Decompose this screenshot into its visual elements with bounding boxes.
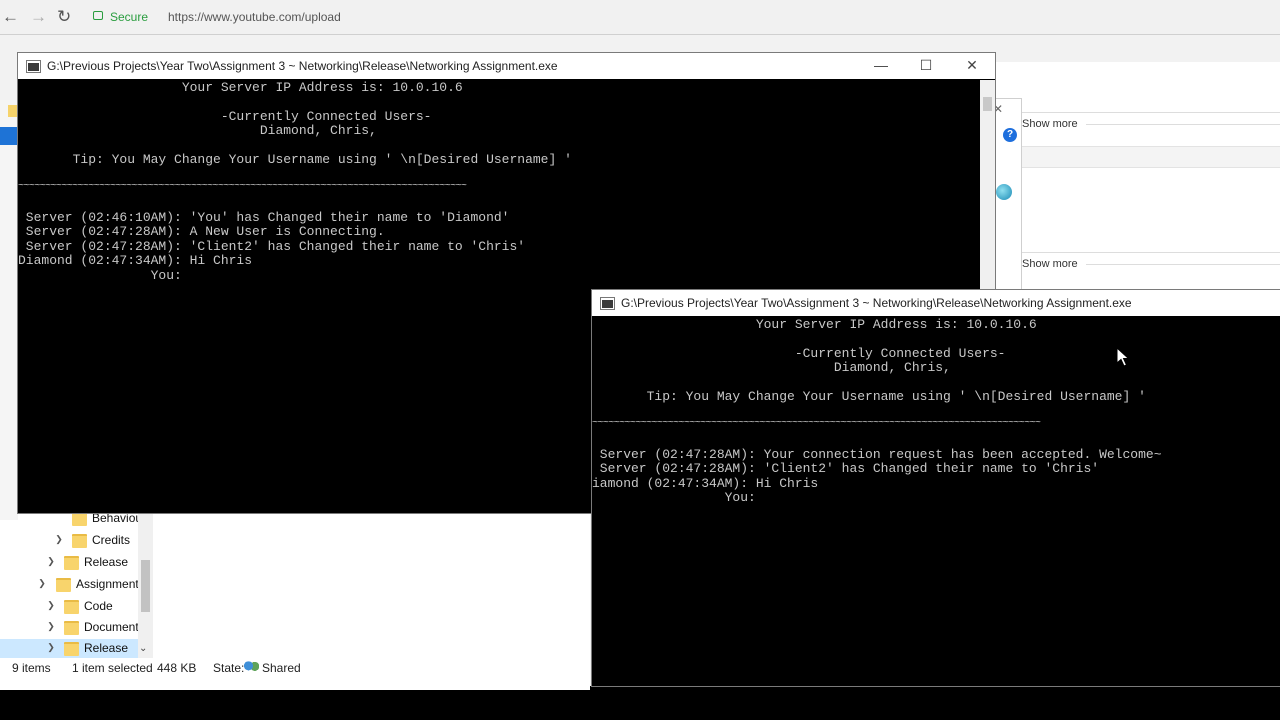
console-line: -Currently Connected Users- [592, 346, 1006, 361]
console-line: Server (02:47:28AM): A New User is Conne… [18, 224, 385, 239]
folder-icon [64, 621, 79, 635]
console-line: Diamond, Chris, [592, 360, 951, 375]
back-arrow-icon[interactable]: ← [2, 7, 19, 27]
scrollbar-thumb[interactable] [983, 97, 992, 111]
console-line: Tip: You May Change Your Username using … [18, 152, 572, 167]
tree-item-label: Code [84, 599, 113, 613]
console-line: Your Server IP Address is: 10.0.10.6 [18, 80, 463, 95]
folder-icon [64, 600, 79, 614]
console-line: Tip: You May Change Your Username using … [592, 389, 1146, 404]
tree-item[interactable]: ❯ Document [46, 618, 139, 638]
console-line: iamond (02:47:34AM): Hi Chris [592, 476, 819, 491]
title-bar[interactable]: G:\Previous Projects\Year Two\Assignment… [592, 290, 1280, 316]
tree-item-selected[interactable]: ❯ Release [0, 639, 139, 659]
folder-icon [72, 534, 87, 548]
console-prompt: You: [592, 490, 756, 505]
explorer-statusbar: 9 items 1 item selected 448 KB State: Sh… [0, 658, 590, 680]
tree-item[interactable]: ❯ Release [46, 553, 139, 573]
tree-item-label: Release [84, 555, 129, 569]
divider [1000, 252, 1280, 253]
tree-item-label: Release [84, 641, 129, 655]
shared-users-icon [244, 661, 259, 673]
selection-count: 1 item selected [72, 661, 153, 675]
tree-item-label: Credits [92, 533, 131, 547]
minimize-button[interactable]: — [871, 57, 891, 73]
reload-icon[interactable]: ↻ [57, 7, 71, 27]
chevron-down-icon[interactable]: ⌄ [139, 643, 147, 654]
address-bar[interactable]: https://www.youtube.com/upload [168, 10, 341, 24]
console-line: Server (02:47:28AM): 'Client2' has Chang… [18, 239, 526, 254]
console-separator: ~~~~~~~~~~~~~~~~~~~~~~~~~~~~~~~~~~~~~~~~… [18, 181, 467, 192]
close-button[interactable]: ✕ [962, 57, 982, 74]
title-bar[interactable]: G:\Previous Projects\Year Two\Assignment… [18, 53, 995, 79]
console-line: Your Server IP Address is: 10.0.10.6 [592, 317, 1037, 332]
maximize-button[interactable]: ☐ [916, 57, 936, 74]
console-window[interactable]: G:\Previous Projects\Year Two\Assignment… [591, 289, 1280, 687]
help-icon[interactable]: ? [1003, 128, 1017, 142]
console-line: Diamond (02:47:34AM): Hi Chris [18, 253, 253, 268]
console-separator: ~~~~~~~~~~~~~~~~~~~~~~~~~~~~~~~~~~~~~~~~… [592, 418, 1041, 429]
forward-arrow-icon[interactable]: → [30, 7, 47, 27]
console-line: Server (02:47:28AM): Your connection req… [592, 447, 1162, 462]
tree-item[interactable]: ❯ Assignment [37, 575, 139, 595]
chevron-right-icon[interactable]: ❯ [46, 600, 56, 611]
console-app-icon [600, 297, 615, 310]
console-app-icon [26, 60, 41, 73]
secure-label: Secure [110, 10, 149, 24]
panel-band [1000, 146, 1280, 168]
mouse-cursor-icon [1116, 347, 1130, 367]
console-line: Server (02:47:28AM): 'Client2' has Chang… [592, 461, 1100, 476]
console-line: Diamond, Chris, [18, 123, 377, 138]
selection-size: 448 KB [157, 661, 197, 675]
state-value: Shared [262, 661, 301, 675]
show-more-link[interactable]: Show more [1022, 258, 1078, 270]
selected-item-highlight [0, 127, 18, 145]
divider [1086, 264, 1280, 265]
chevron-right-icon[interactable]: ❯ [54, 534, 64, 545]
chevron-right-icon[interactable]: ❯ [46, 642, 56, 653]
tree-item[interactable]: ❯ Credits [54, 531, 139, 551]
lock-icon [93, 11, 103, 20]
chevron-down-icon[interactable]: ❯ [37, 578, 47, 589]
tree-item[interactable]: ❯ Code [46, 597, 139, 617]
globe-icon [996, 184, 1012, 200]
folder-icon [56, 578, 71, 592]
console-output[interactable]: Your Server IP Address is: 10.0.10.6 -Cu… [592, 317, 1280, 686]
console-prompt: You: [18, 268, 182, 283]
explorer-edge [0, 100, 18, 520]
folder-icon [64, 642, 79, 656]
console-line: -Currently Connected Users- [18, 109, 432, 124]
divider [1000, 112, 1280, 113]
state-label: State: [213, 661, 245, 675]
show-more-link[interactable]: Show more [1022, 118, 1078, 130]
window-title: G:\Previous Projects\Year Two\Assignment… [621, 296, 1132, 310]
folder-icon [64, 556, 79, 570]
browser-toolbar: ← → ↻ Secure https://www.youtube.com/upl… [0, 0, 1280, 35]
divider [1086, 124, 1280, 125]
window-title: G:\Previous Projects\Year Two\Assignment… [47, 59, 558, 73]
folder-icon [72, 512, 87, 526]
scrollbar-thumb[interactable] [141, 560, 150, 612]
chevron-right-icon[interactable]: ❯ [46, 621, 56, 632]
tree-item-label: Assignment [76, 577, 139, 591]
item-count: 9 items [12, 661, 51, 675]
console-line: Server (02:46:10AM): 'You' has Changed t… [18, 210, 510, 225]
chevron-right-icon[interactable]: ❯ [46, 556, 56, 567]
tree-item-label: Document [84, 620, 139, 634]
